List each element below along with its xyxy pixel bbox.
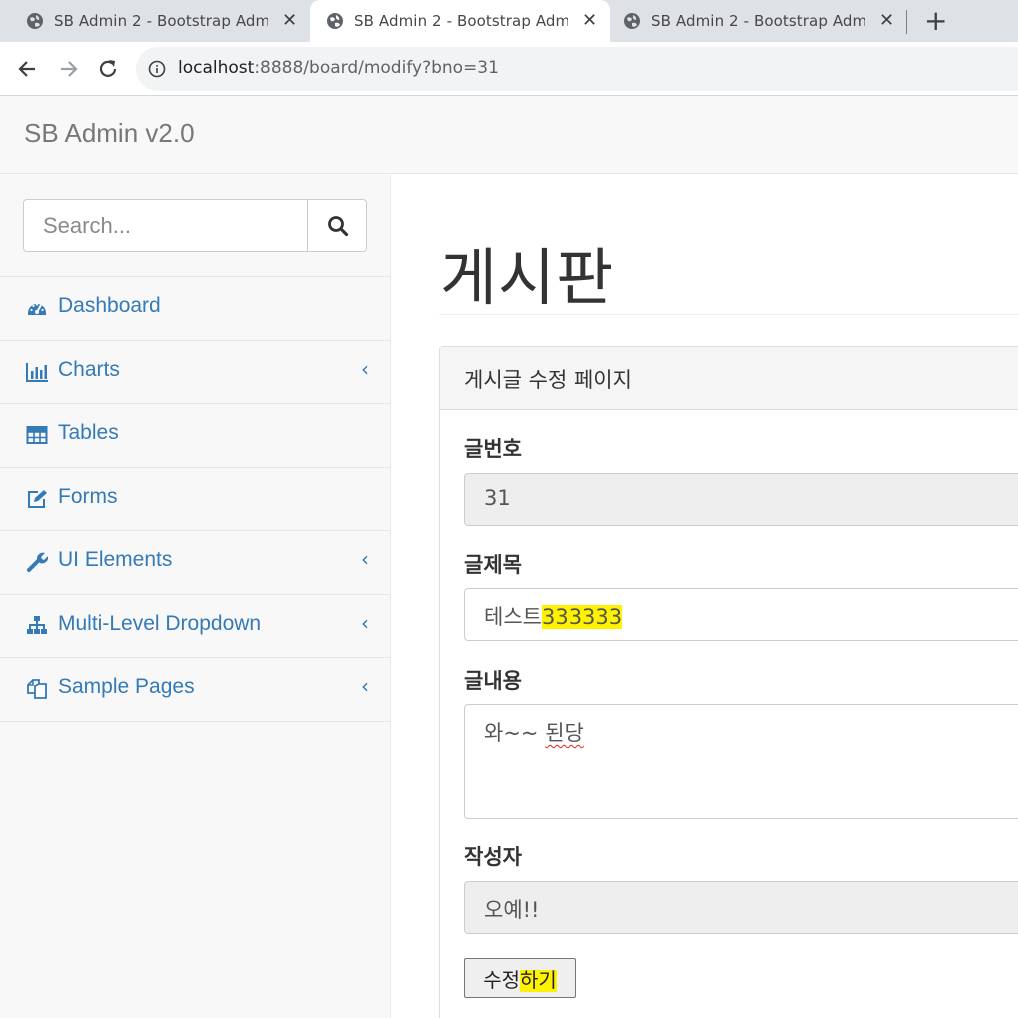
chevron-left-icon: ‹: [361, 610, 369, 635]
top-navbar: SB Admin v2.0: [0, 96, 1018, 174]
sidebar-item-label: Charts: [58, 357, 120, 381]
chevron-left-icon: ‹: [361, 356, 369, 381]
reload-icon[interactable]: [95, 56, 121, 82]
close-icon[interactable]: ✕: [879, 10, 894, 31]
browser-tab-2[interactable]: SB Admin 2 - Bootstrap Admin Theme ✕: [310, 0, 610, 42]
search-icon: [328, 216, 349, 237]
brand-link[interactable]: SB Admin v2.0: [24, 118, 195, 149]
dashboard-icon: [28, 303, 46, 315]
title-value-plain: 테스트: [484, 605, 542, 629]
close-icon[interactable]: ✕: [282, 10, 297, 31]
address-bar[interactable]: localhost:8888/board/modify?bno=31: [136, 47, 1018, 91]
title-value: 테스트333333: [484, 601, 623, 631]
chevron-left-icon: ‹: [361, 674, 369, 698]
content-value: 와~~ 된당: [484, 717, 584, 747]
sidebar-item-tables[interactable]: Tables: [0, 404, 391, 468]
title-input[interactable]: 테스트333333: [464, 588, 1018, 641]
new-tab-button[interactable]: +: [924, 6, 947, 36]
sidebar-item-ui-elements[interactable]: UI Elements ‹: [0, 531, 391, 595]
tab-separator: [906, 10, 907, 34]
sidebar-item-label: Sample Pages: [58, 675, 195, 698]
panel-title: 게시글 수정 페이지: [464, 368, 632, 392]
panel-heading: 게시글 수정 페이지: [440, 347, 1018, 410]
writer-value: 오예!!: [484, 898, 540, 922]
sidebar-item-label: UI Elements: [58, 548, 173, 571]
sidebar-item-forms[interactable]: Forms: [0, 468, 391, 531]
browser-toolbar: localhost:8888/board/modify?bno=31: [0, 42, 1018, 96]
header-divider: [439, 314, 1018, 315]
title-label: 글제목: [464, 553, 522, 577]
browser-tabstrip: SB Admin 2 - Bootstrap Admin Theme ✕ SB …: [0, 0, 1018, 42]
search-button[interactable]: [307, 199, 367, 252]
writer-field: 오예!!: [464, 881, 1018, 934]
page-wrapper: 게시판 게시글 수정 페이지 글번호 31 글제목 테스트333333 글내용 …: [392, 175, 1018, 1018]
files-icon: [27, 679, 47, 699]
bno-label: 글번호: [464, 437, 522, 461]
sidebar-menu: Dashboard Charts ‹ Tables Forms UI Eleme…: [0, 276, 391, 722]
sidebar-item-label: Tables: [58, 421, 119, 444]
info-icon[interactable]: [148, 60, 166, 78]
globe-icon: [327, 13, 343, 29]
modify-submit-button[interactable]: 수정하기: [464, 958, 576, 998]
title-value-highlighted: 333333: [541, 605, 623, 629]
tab-title: SB Admin 2 - Bootstrap Admin Theme: [54, 12, 268, 30]
browser-tab-3[interactable]: SB Admin 2 - Bootstrap Admin Theme ✕: [597, 0, 907, 42]
writer-label: 작성자: [464, 845, 522, 869]
close-icon[interactable]: ✕: [582, 10, 597, 31]
edit-icon: [28, 489, 47, 508]
bno-value: 31: [484, 486, 511, 510]
content-value-misspelled: 된당: [545, 721, 584, 745]
wrench-icon: [27, 552, 48, 572]
bno-field: 31: [464, 473, 1018, 526]
modify-panel: 게시글 수정 페이지 글번호 31 글제목 테스트333333 글내용 와~~ …: [439, 346, 1018, 1018]
sidebar-item-dashboard[interactable]: Dashboard: [0, 277, 391, 341]
chevron-left-icon: ‹: [361, 547, 369, 571]
submit-label-plain: 수정: [483, 969, 520, 992]
sidebar-item-label: Dashboard: [58, 294, 161, 317]
content-textarea[interactable]: 와~~ 된당: [464, 704, 1018, 819]
url-text: localhost:8888/board/modify?bno=31: [178, 58, 499, 78]
sidebar-item-sample-pages[interactable]: Sample Pages ‹: [0, 658, 391, 722]
sidebar-item-label: Multi-Level Dropdown: [58, 611, 262, 635]
back-arrow-icon[interactable]: [15, 56, 41, 82]
globe-icon: [624, 13, 640, 29]
page-title: 게시판: [440, 244, 615, 313]
bar-chart-icon: [26, 362, 48, 382]
sidebar-item-multi-level-dropdown[interactable]: Multi-Level Dropdown ‹: [0, 595, 391, 658]
sidebar-item-label: Forms: [58, 484, 118, 508]
tab-title: SB Admin 2 - Bootstrap Admin Theme: [651, 12, 865, 30]
table-icon: [26, 426, 48, 444]
content-value-plain: 와~~: [484, 721, 546, 745]
content-label: 글내용: [464, 669, 522, 693]
sidebar-search: [23, 199, 367, 252]
browser-tab-1[interactable]: SB Admin 2 - Bootstrap Admin Theme ✕: [0, 0, 310, 42]
search-input[interactable]: [23, 199, 308, 252]
url-host: localhost: [178, 58, 255, 78]
globe-icon: [27, 13, 43, 29]
tab-title: SB Admin 2 - Bootstrap Admin Theme: [354, 12, 568, 30]
sidebar-item-charts[interactable]: Charts ‹: [0, 341, 391, 404]
forward-arrow-icon[interactable]: [55, 56, 81, 82]
submit-label-highlighted: 하기: [520, 969, 557, 992]
sidebar: Dashboard Charts ‹ Tables Forms: [0, 175, 391, 1018]
sitemap-icon: [27, 615, 47, 634]
url-path: :8888/board/modify?bno=31: [254, 58, 499, 78]
